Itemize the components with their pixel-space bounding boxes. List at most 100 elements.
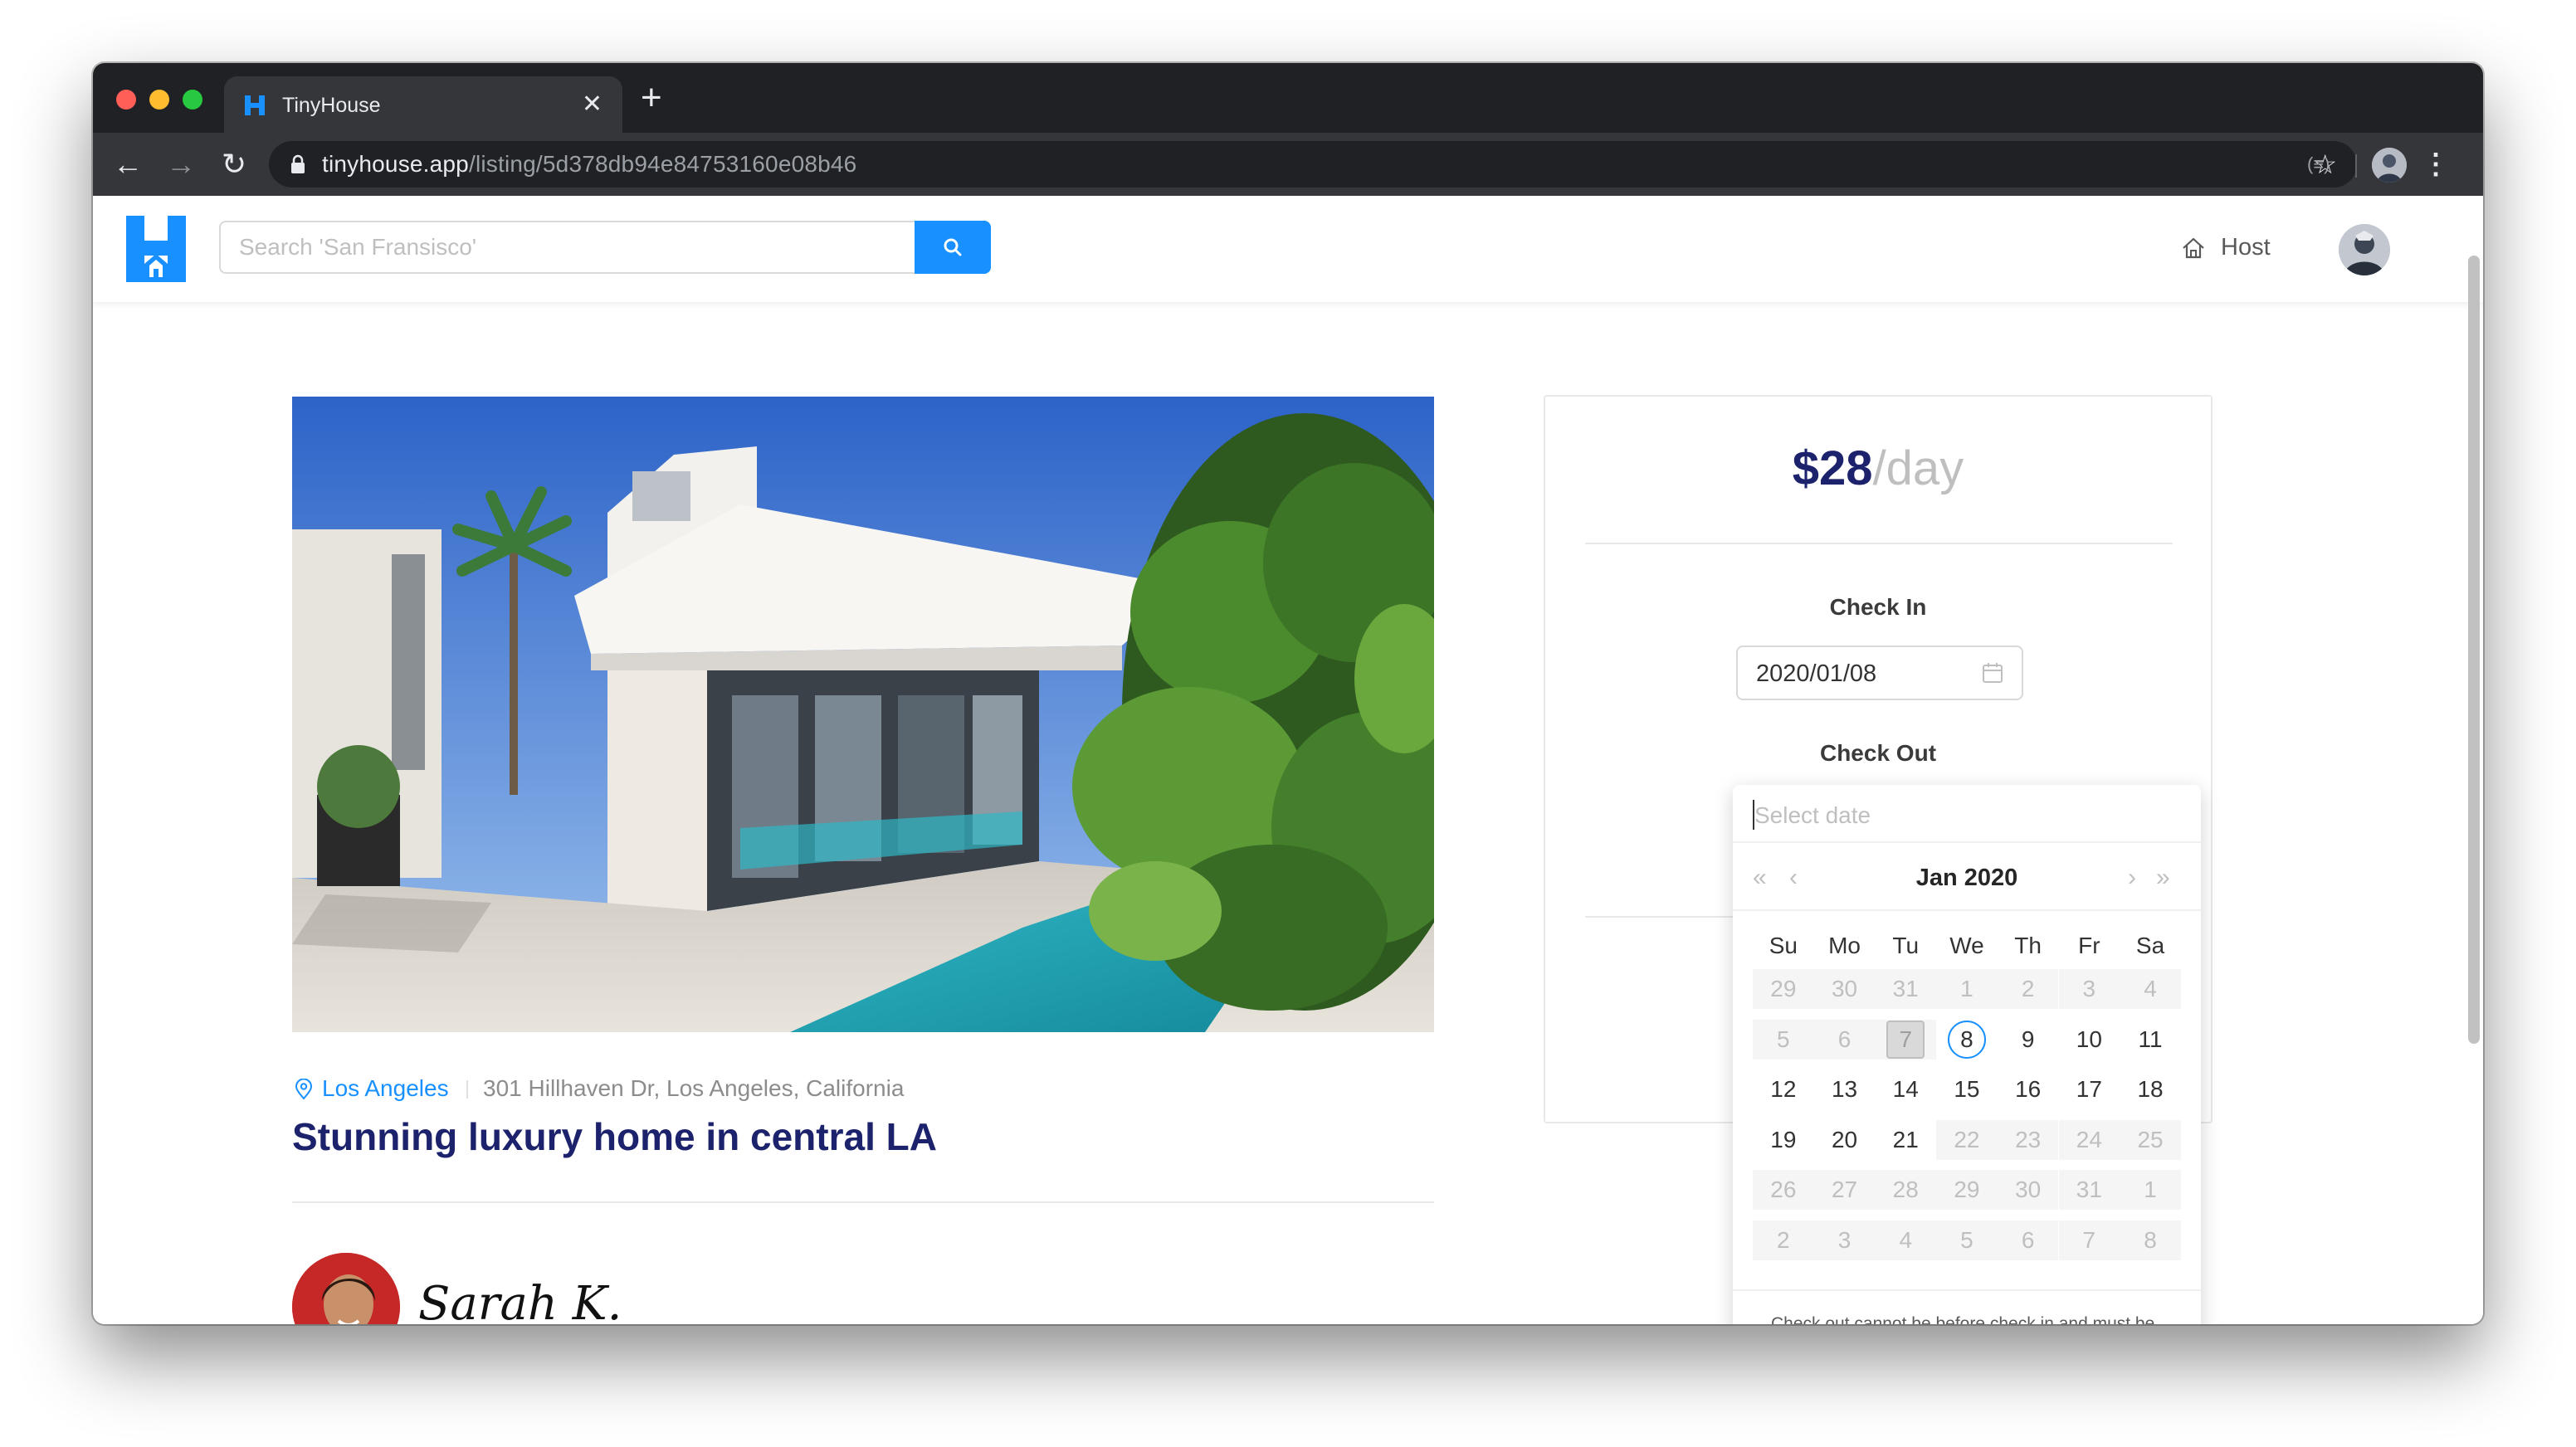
calendar-day-number: 30	[2015, 1177, 2042, 1202]
calendar-day: 4	[1875, 1220, 1937, 1260]
calendar-day: 7	[2058, 1220, 2120, 1260]
calendar-day-number: 8	[1947, 1020, 1986, 1059]
calendar-day: 31	[1875, 969, 1937, 1009]
calendar-day-number: 3	[1837, 1226, 1852, 1253]
text-caret	[1753, 800, 1754, 830]
calendar-day[interactable]: 20	[1814, 1120, 1876, 1160]
calendar-day: 29	[1753, 969, 1814, 1009]
check-in-date-picker[interactable]: 2020/01/08	[1736, 646, 2023, 700]
calendar-day-number: 27	[1831, 1177, 1858, 1202]
calendar-day: 5	[1936, 1220, 1998, 1260]
calendar-day: 8	[2120, 1220, 2181, 1260]
calendar-day[interactable]: 10	[2059, 1020, 2120, 1060]
browser-menu-icon[interactable]: ⋮	[2422, 148, 2450, 181]
extension-icon[interactable]: (≡)	[2307, 149, 2330, 179]
calendar-day[interactable]: 21	[1875, 1120, 1936, 1160]
calendar-day-number: 26	[1770, 1177, 1797, 1202]
calendar-day[interactable]: 15	[1936, 1069, 1998, 1109]
app-header: Host	[93, 196, 2483, 302]
browser-tab[interactable]: TinyHouse ✕	[224, 76, 622, 133]
check-out-placeholder: Select date	[1754, 802, 1871, 828]
calendar-day: 6	[1997, 1220, 2059, 1260]
calendar-day[interactable]: 12	[1753, 1069, 1814, 1109]
listing-city-link[interactable]: Los Angeles	[322, 1072, 449, 1105]
calendar-day-number: 13	[1831, 1076, 1858, 1102]
calendar-day-number: 4	[1899, 1226, 1913, 1253]
calendar-day: 7	[1875, 1019, 1937, 1060]
calendar-day-number: 7	[1886, 1020, 1925, 1059]
weekday-label: Sa	[2135, 933, 2165, 958]
tinyhouse-favicon-icon	[245, 95, 265, 115]
calendar-day[interactable]: 9	[1998, 1020, 2059, 1060]
calendar-header: « ‹ Jan 2020 › »	[1733, 845, 2201, 911]
calendar-day: 28	[1875, 1170, 1937, 1210]
toolbar-divider	[2355, 154, 2357, 178]
home-icon	[2183, 237, 2204, 259]
listing-photo	[292, 397, 1434, 1032]
back-arrow-icon[interactable]: ←	[110, 146, 146, 183]
calendar-day-number: 23	[2015, 1126, 2042, 1152]
tab-title: TinyHouse	[282, 94, 381, 117]
profile-avatar[interactable]	[2372, 148, 2407, 183]
calendar-footer-divider	[1733, 1289, 2201, 1291]
calendar-day: 25	[2120, 1119, 2181, 1160]
host-avatar[interactable]	[292, 1253, 400, 1324]
calendar-day: 30	[1997, 1170, 2059, 1210]
check-out-date-input[interactable]: Select date	[1733, 785, 2201, 843]
page-scrollbar[interactable]	[2468, 256, 2480, 1044]
tab-close-icon[interactable]: ✕	[582, 92, 603, 117]
calendar-day-number: 17	[2076, 1076, 2102, 1102]
calendar-day-number: 2	[1777, 1226, 1790, 1253]
calendar-day-number: 5	[1960, 1226, 1973, 1253]
host-avatar-photo	[292, 1253, 400, 1324]
next-month-icon[interactable]: ›	[2128, 863, 2136, 893]
profile-avatar-icon	[2372, 148, 2407, 183]
check-in-value: 2020/01/08	[1756, 660, 1877, 687]
calendar-day[interactable]: 14	[1875, 1069, 1936, 1109]
calendar-day[interactable]: 8	[1936, 1020, 1998, 1060]
calendar-day-number: 3	[2082, 976, 2096, 1001]
reload-icon[interactable]: ↻	[216, 146, 252, 183]
calendar-day-number: 6	[1837, 1026, 1852, 1052]
calendar-day-number: 11	[2138, 1026, 2163, 1052]
close-window-button[interactable]	[116, 90, 136, 110]
calendar-day-number: 31	[2076, 1177, 2102, 1202]
tab-strip: TinyHouse ✕ +	[93, 63, 2483, 133]
calendar-day[interactable]: 11	[2120, 1020, 2181, 1060]
listing-address: 301 Hillhaven Dr, Los Angeles, Californi…	[483, 1075, 905, 1101]
next-year-icon[interactable]: »	[2156, 863, 2170, 893]
location-divider	[466, 1080, 468, 1099]
calendar-day: 2	[1753, 1220, 1814, 1260]
address-bar[interactable]: tinyhouse.app/listing/5d378db94e84753160…	[269, 141, 2357, 188]
calendar-day[interactable]: 19	[1753, 1120, 1814, 1160]
calendar-day[interactable]: 13	[1814, 1069, 1876, 1109]
user-avatar[interactable]	[2339, 224, 2390, 275]
minimize-window-button[interactable]	[149, 90, 169, 110]
price-unit: /day	[1872, 441, 1964, 495]
listing-title: Stunning luxury home in central LA	[292, 1115, 937, 1158]
calendar-day[interactable]: 18	[2120, 1069, 2181, 1109]
calendar-day-number: 4	[2144, 976, 2157, 1001]
weekday-label: We	[1949, 933, 1984, 958]
tinyhouse-logo[interactable]	[126, 216, 186, 282]
forward-arrow-icon[interactable]: →	[163, 146, 199, 183]
weekday-label: Th	[2014, 933, 2042, 958]
search-input[interactable]	[219, 221, 915, 274]
calendar-day: 4	[2120, 969, 2181, 1009]
calendar-day-number: 8	[2144, 1226, 2157, 1253]
calendar-day[interactable]: 16	[1998, 1069, 2059, 1109]
calendar-day-number: 14	[1892, 1076, 1919, 1102]
maximize-window-button[interactable]	[183, 90, 202, 110]
host-link-label: Host	[2221, 234, 2271, 261]
calendar-day-number: 30	[1831, 976, 1858, 1001]
host-name: Sarah K.	[418, 1277, 622, 1324]
calendar-day: 26	[1753, 1170, 1814, 1210]
calendar-day: 29	[1936, 1170, 1998, 1210]
new-tab-button[interactable]: +	[641, 80, 662, 116]
calendar-day-number: 1	[2144, 1177, 2157, 1202]
card-divider	[1585, 543, 2173, 544]
search-button[interactable]	[915, 221, 991, 274]
weekday-label: Su	[1769, 933, 1798, 958]
price: $28/day	[1545, 440, 2211, 498]
calendar-day[interactable]: 17	[2059, 1069, 2120, 1109]
